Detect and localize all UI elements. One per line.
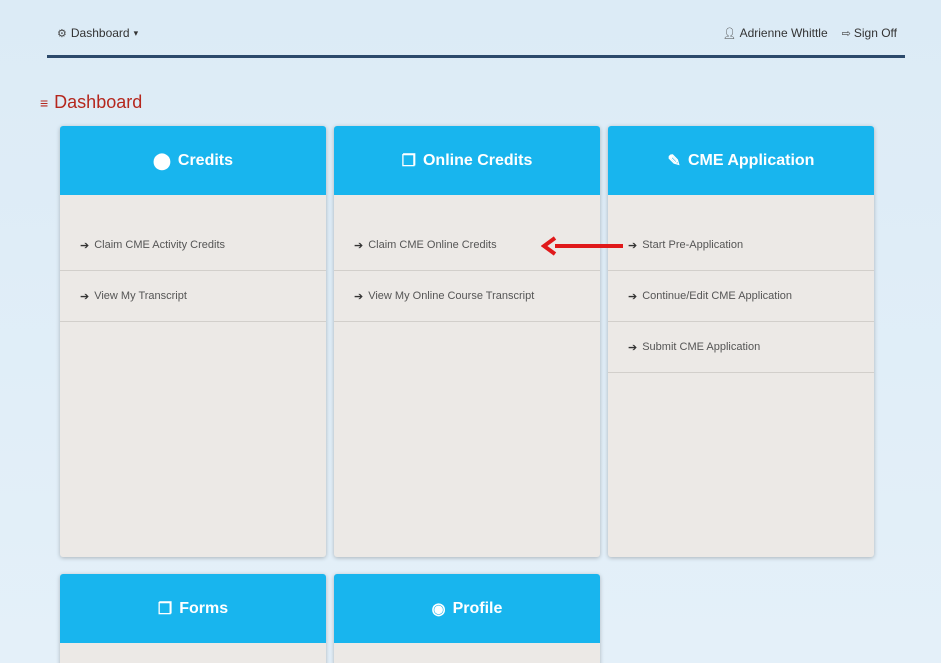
- credits-card-header[interactable]: ⬤ Credits: [60, 126, 326, 195]
- pencil-icon: ✎: [667, 152, 681, 170]
- arrow-right-icon: ➔: [628, 341, 638, 354]
- arrow-right-icon: ➔: [628, 290, 638, 303]
- submit-application-link[interactable]: ➔ Submit CME Application: [608, 322, 874, 373]
- arrow-right-icon: ➔: [80, 290, 90, 303]
- online-credits-card-header[interactable]: ❐ Online Credits: [334, 126, 600, 195]
- credits-card-title: Credits: [177, 151, 234, 169]
- card-link-label: View My Transcript: [94, 290, 187, 302]
- view-transcript-link[interactable]: ➔ View My Transcript: [60, 271, 326, 322]
- profile-card-header[interactable]: ◉ Profile: [334, 574, 600, 643]
- chevron-down-icon: ▾: [133, 27, 139, 38]
- user-profile-link[interactable]: 👤︎ Adrienne Whittle: [723, 26, 828, 40]
- annotation-arrow-icon: [541, 236, 623, 256]
- claim-activity-credits-link[interactable]: ➔ Claim CME Activity Credits: [60, 220, 326, 271]
- copy-icon: ❐: [401, 152, 416, 170]
- menu-bars-icon: ≡: [40, 94, 49, 111]
- view-online-transcript-link[interactable]: ➔ View My Online Course Transcript: [334, 271, 600, 322]
- arrow-right-icon: ➔: [354, 290, 364, 303]
- top-nav-bar: ⚙ Dashboard ▾ 👤︎ Adrienne Whittle ⇨ Sign…: [47, 14, 905, 58]
- card-link-label: Start Pre-Application: [642, 239, 744, 251]
- circle-icon: ⬤: [152, 152, 171, 170]
- sign-out-icon: ⇨: [841, 27, 851, 40]
- credits-card: ⬤ Credits ➔ Claim CME Activity Credits ➔…: [60, 126, 326, 557]
- credits-card-body: ➔ Claim CME Activity Credits ➔ View My T…: [60, 195, 326, 322]
- card-link-label: Submit CME Application: [642, 341, 761, 353]
- cme-application-card-body: ➔ Start Pre-Application ➔ Continue/Edit …: [608, 195, 874, 373]
- cme-application-card-title: CME Application: [687, 151, 815, 169]
- user-circle-icon: ◉: [431, 600, 446, 618]
- start-pre-application-link[interactable]: ➔ Start Pre-Application: [608, 220, 874, 271]
- forms-card-title: Forms: [179, 599, 229, 617]
- cme-application-card: ✎ CME Application ➔ Start Pre-Applicatio…: [608, 126, 874, 557]
- dashboard-menu-label: Dashboard: [70, 26, 130, 40]
- online-credits-card: ❐ Online Credits ➔ Claim CME Online Cred…: [334, 126, 600, 557]
- profile-card: ◉ Profile: [334, 574, 600, 663]
- copy-icon: ❐: [157, 600, 173, 618]
- card-link-label: View My Online Course Transcript: [368, 290, 535, 302]
- forms-card: ❐ Forms: [60, 574, 326, 663]
- card-link-label: Claim CME Activity Credits: [94, 239, 226, 251]
- user-name: Adrienne Whittle: [739, 26, 828, 40]
- user-area: 👤︎ Adrienne Whittle ⇨ Sign Off: [723, 26, 897, 40]
- page-title-text: Dashboard: [54, 92, 143, 112]
- dashboard-icon: ⚙: [57, 27, 67, 40]
- continue-edit-application-link[interactable]: ➔ Continue/Edit CME Application: [608, 271, 874, 322]
- sign-off-link[interactable]: ⇨ Sign Off: [842, 26, 897, 40]
- card-link-label: Continue/Edit CME Application: [642, 290, 793, 302]
- card-link-label: Claim CME Online Credits: [368, 239, 497, 251]
- arrow-right-icon: ➔: [80, 239, 90, 252]
- arrow-right-icon: ➔: [354, 239, 364, 252]
- forms-card-header[interactable]: ❐ Forms: [60, 574, 326, 643]
- profile-card-title: Profile: [452, 599, 503, 617]
- arrow-right-icon: ➔: [628, 239, 638, 252]
- cme-application-card-header[interactable]: ✎ CME Application: [608, 126, 874, 195]
- online-credits-card-title: Online Credits: [422, 151, 533, 169]
- sign-off-label: Sign Off: [853, 26, 897, 40]
- online-credits-card-body: ➔ Claim CME Online Credits ➔ View My Onl…: [334, 195, 600, 322]
- page-title: ≡ Dashboard: [40, 92, 142, 113]
- user-icon: 👤︎: [722, 27, 737, 40]
- dashboard-menu[interactable]: ⚙ Dashboard ▾: [57, 26, 138, 40]
